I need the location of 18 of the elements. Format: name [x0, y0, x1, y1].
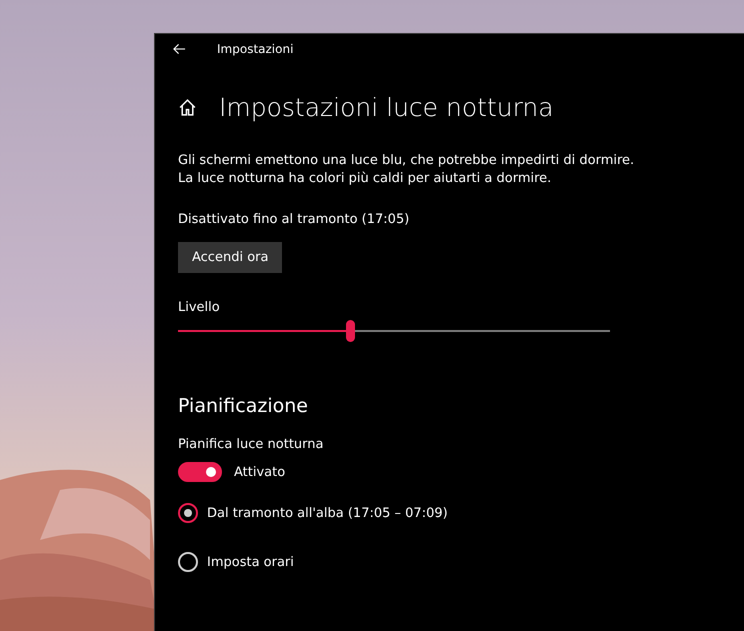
- window-title: Impostazioni: [217, 42, 294, 56]
- description-text: La luce notturna ha colori più caldi per aiutarti a dormire.: [178, 170, 552, 188]
- level-slider[interactable]: [178, 319, 610, 343]
- slider-label: Livello: [178, 300, 221, 315]
- toggle-state: Attivato: [234, 464, 286, 480]
- description-text: Gli schermi emettono una luce blu, che potrebbe impedirti di dormire.: [178, 152, 636, 170]
- toggle-label: Pianifica luce notturna: [178, 437, 324, 452]
- option-label: Imposta orari: [207, 554, 294, 570]
- radio-button[interactable]: [178, 503, 198, 523]
- page-heading: Impostazioni luce notturna: [219, 92, 554, 122]
- home-icon[interactable]: [178, 98, 197, 116]
- radio-button[interactable]: [178, 552, 198, 572]
- option-label: Dal tramonto all'alba (17:05 – 07:09): [207, 506, 448, 520]
- back-arrow-icon[interactable]: [173, 43, 186, 55]
- section-heading: Pianificazione: [178, 395, 309, 417]
- toggle-switch[interactable]: [178, 462, 222, 482]
- status-text: Disattivato fino al tramonto (17:05): [178, 212, 410, 227]
- turn-on-button[interactable]: Accendi ora: [178, 242, 282, 273]
